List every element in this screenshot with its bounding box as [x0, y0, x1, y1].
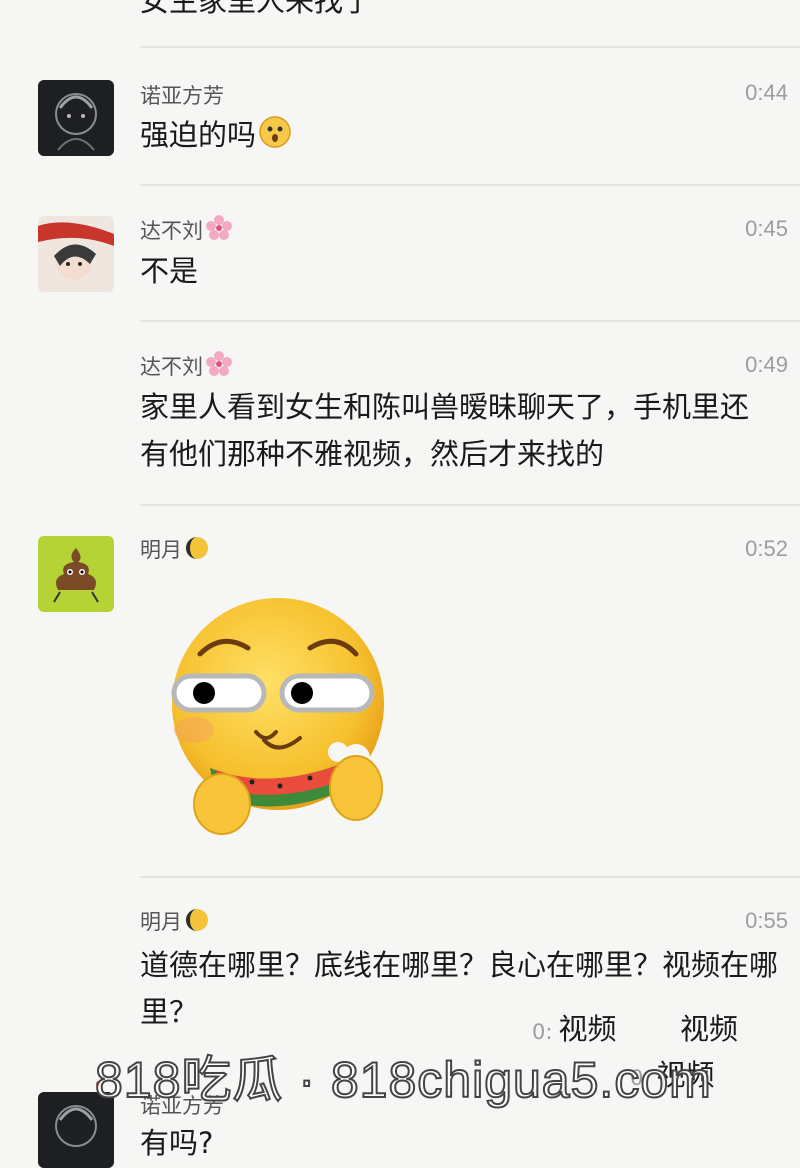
- sender-name: 达不刘: [140, 214, 233, 245]
- message-text: 家里人看到女生和陈叫兽暧昧聊天了，手机里还有他们那种不雅视频，然后才来找的: [140, 390, 750, 471]
- message-time: 0:52: [745, 536, 788, 561]
- divider: [140, 184, 800, 186]
- message-text: 强迫的吗: [140, 112, 780, 159]
- cherry-blossom-icon: [206, 215, 232, 240]
- watermark: 818吃瓜 · 818chigua5.com: [94, 1051, 712, 1109]
- message-time: 0:49: [745, 352, 788, 377]
- moon-icon: [186, 909, 208, 931]
- divider: [140, 46, 800, 48]
- watermelon-eating-emoji-sticker[interactable]: [160, 592, 400, 840]
- message-time: 0:44: [745, 80, 788, 105]
- message-time: 0:55: [745, 908, 788, 933]
- divider: [140, 320, 800, 322]
- moon-icon: [186, 537, 208, 559]
- shocked-emoji-icon: [259, 116, 291, 148]
- sender-name: 明月: [140, 534, 210, 564]
- avatar[interactable]: [38, 216, 114, 292]
- sender-name: 达不刘: [140, 350, 233, 381]
- avatar[interactable]: [38, 536, 114, 612]
- sender-name: 明月: [140, 906, 210, 936]
- message-text: 不是: [140, 254, 199, 288]
- message-text: 有吗?: [140, 1126, 214, 1160]
- avatar[interactable]: [38, 80, 114, 156]
- sender-name: 诺亚方芳: [140, 84, 224, 108]
- cherry-blossom-icon: [206, 351, 232, 376]
- previous-message-fragment: 女生家里人来找了: [140, 0, 373, 18]
- divider: [140, 504, 800, 506]
- divider: [140, 876, 800, 878]
- message-time: 0:45: [745, 216, 788, 241]
